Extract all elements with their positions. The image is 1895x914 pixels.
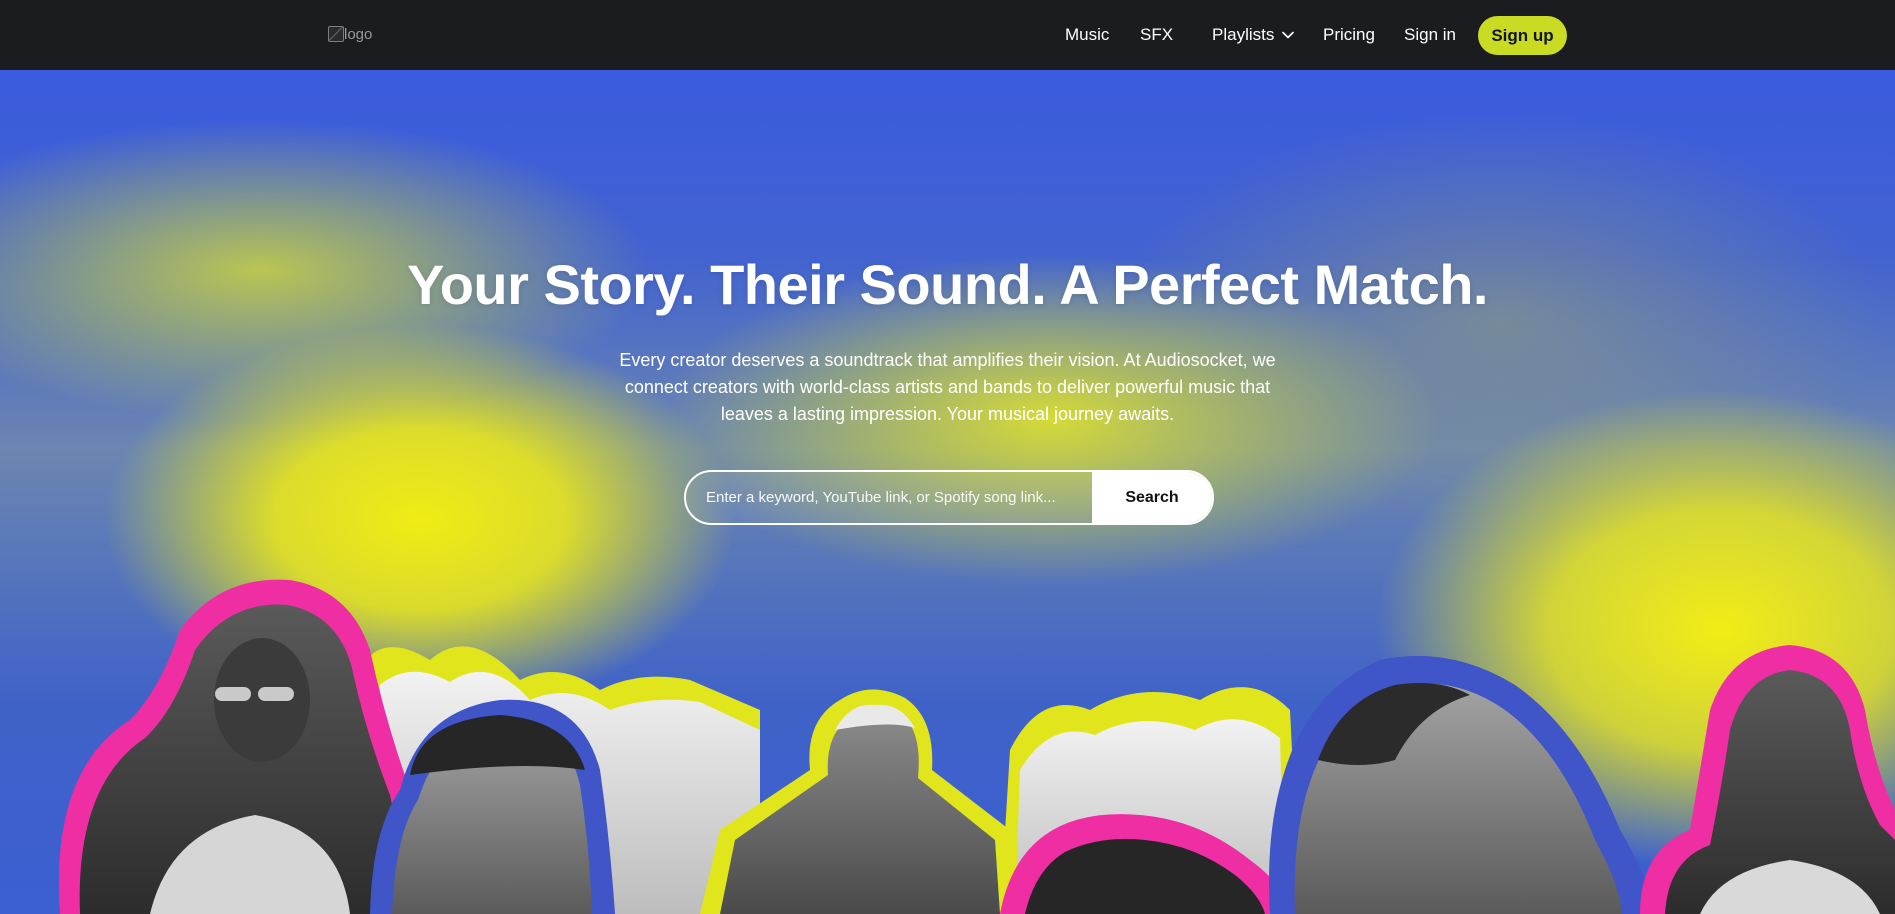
signup-button[interactable]: Sign up (1478, 16, 1567, 55)
artist-photo-woman-sunglasses (58, 579, 424, 914)
nav-link-playlists[interactable]: Playlists (1212, 24, 1295, 46)
nav-link-sfx[interactable]: SFX (1140, 24, 1173, 46)
search-bar: Search (684, 470, 1214, 525)
hero-section: Your Story. Their Sound. A Perfect Match… (0, 70, 1895, 914)
broken-image-icon (328, 26, 344, 42)
hero-subtitle: Every creator deserves a soundtrack that… (619, 350, 1276, 424)
artist-photo-man-cap (370, 699, 615, 914)
search-input[interactable] (686, 472, 1092, 523)
logo-alt-text: logo (344, 25, 373, 43)
nav-link-music[interactable]: Music (1065, 24, 1109, 46)
chevron-down-icon (1282, 31, 1295, 39)
search-button[interactable]: Search (1092, 472, 1212, 523)
site-logo[interactable]: logo (328, 24, 372, 44)
artist-photo-man-center (700, 689, 1020, 914)
artist-photo-man-beard (1640, 645, 1895, 914)
artist-photo-woman-curly (1000, 814, 1290, 914)
nav-playlists-label: Playlists (1212, 25, 1275, 44)
artist-photo-woman-closeup (1269, 655, 1655, 914)
top-navbar: logo Music SFX Playlists Pricing Sign in… (0, 0, 1895, 70)
nav-link-pricing[interactable]: Pricing (1323, 24, 1375, 46)
hero-title: Your Story. Their Sound. A Perfect Match… (407, 253, 1488, 316)
wings-illustration (360, 646, 1300, 914)
nav-link-signin[interactable]: Sign in (1404, 24, 1456, 46)
